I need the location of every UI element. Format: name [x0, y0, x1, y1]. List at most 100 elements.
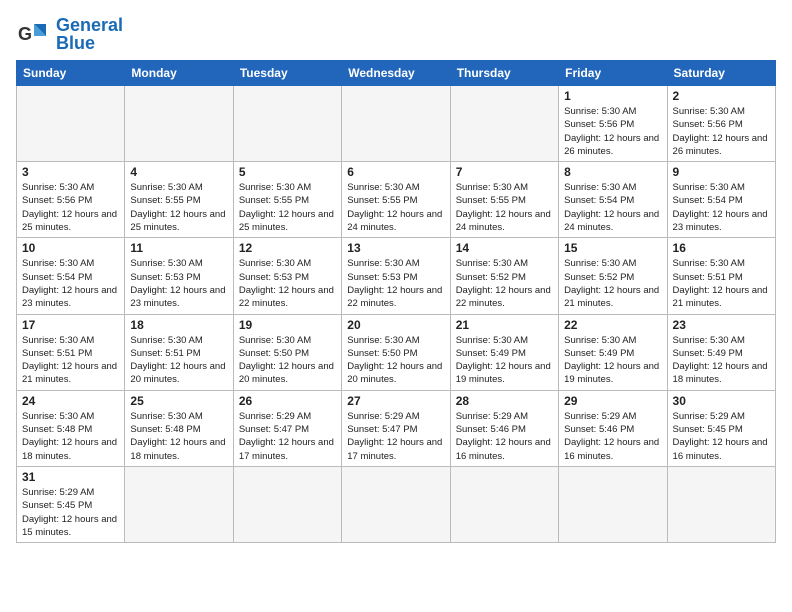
weekday-header-row: SundayMondayTuesdayWednesdayThursdayFrid… [17, 61, 776, 86]
day-info: Sunrise: 5:30 AM Sunset: 5:48 PM Dayligh… [22, 410, 119, 463]
day-info: Sunrise: 5:30 AM Sunset: 5:55 PM Dayligh… [347, 181, 444, 234]
calendar-week-2: 10Sunrise: 5:30 AM Sunset: 5:54 PM Dayli… [17, 238, 776, 314]
svg-text:G: G [18, 24, 32, 44]
calendar-cell [125, 86, 233, 162]
calendar-cell [233, 466, 341, 542]
day-info: Sunrise: 5:29 AM Sunset: 5:47 PM Dayligh… [347, 410, 444, 463]
calendar-cell: 30 Sunrise: 5:29 AM Sunset: 5:45 PM Dayli… [667, 390, 775, 466]
day-number: 17 [22, 318, 119, 332]
calendar-cell: 9 Sunrise: 5:30 AM Sunset: 5:54 PM Daylig… [667, 162, 775, 238]
logo-text: GeneralBlue [56, 16, 123, 52]
calendar-cell: 4Sunrise: 5:30 AM Sunset: 5:55 PM Daylig… [125, 162, 233, 238]
day-info: Sunrise: 5:30 AM Sunset: 5:54 PM Dayligh… [564, 181, 661, 234]
day-info: Sunrise: 5:30 AM Sunset: 5:56 PM Dayligh… [673, 105, 770, 158]
day-info: Sunrise: 5:30 AM Sunset: 5:51 PM Dayligh… [673, 257, 770, 310]
calendar-cell: 17Sunrise: 5:30 AM Sunset: 5:51 PM Dayli… [17, 314, 125, 390]
page-header: G GeneralBlue [16, 16, 776, 52]
day-number: 31 [22, 470, 119, 484]
calendar-cell: 23 Sunrise: 5:30 AM Sunset: 5:49 PM Dayli… [667, 314, 775, 390]
calendar-cell: 26Sunrise: 5:29 AM Sunset: 5:47 PM Dayli… [233, 390, 341, 466]
day-info: Sunrise: 5:29 AM Sunset: 5:47 PM Dayligh… [239, 410, 336, 463]
calendar-cell [342, 86, 450, 162]
calendar-cell: 1Sunrise: 5:30 AM Sunset: 5:56 PM Daylig… [559, 86, 667, 162]
calendar-cell [342, 466, 450, 542]
day-number: 10 [22, 241, 119, 255]
day-number: 22 [564, 318, 661, 332]
calendar-cell: 22 Sunrise: 5:30 AM Sunset: 5:49 PM Dayli… [559, 314, 667, 390]
day-number: 8 [564, 165, 661, 179]
day-number: 7 [456, 165, 553, 179]
day-info: Sunrise: 5:30 AM Sunset: 5:53 PM Dayligh… [347, 257, 444, 310]
day-number: 23 [673, 318, 770, 332]
day-info: Sunrise: 5:30 AM Sunset: 5:51 PM Dayligh… [130, 334, 227, 387]
weekday-header-tuesday: Tuesday [233, 61, 341, 86]
calendar-cell [17, 86, 125, 162]
day-info: Sunrise: 5:30 AM Sunset: 5:53 PM Dayligh… [130, 257, 227, 310]
day-number: 30 [673, 394, 770, 408]
calendar-cell: 27 Sunrise: 5:29 AM Sunset: 5:47 PM Dayli… [342, 390, 450, 466]
day-info: Sunrise: 5:30 AM Sunset: 5:54 PM Dayligh… [673, 181, 770, 234]
calendar-cell: 3 Sunrise: 5:30 AM Sunset: 5:56 PM Daylig… [17, 162, 125, 238]
logo: G GeneralBlue [16, 16, 123, 52]
day-number: 27 [347, 394, 444, 408]
day-info: Sunrise: 5:30 AM Sunset: 5:49 PM Dayligh… [673, 334, 770, 387]
day-info: Sunrise: 5:30 AM Sunset: 5:52 PM Dayligh… [456, 257, 553, 310]
day-info: Sunrise: 5:30 AM Sunset: 5:52 PM Dayligh… [564, 257, 661, 310]
calendar-cell: 15 Sunrise: 5:30 AM Sunset: 5:52 PM Dayli… [559, 238, 667, 314]
day-number: 20 [347, 318, 444, 332]
day-number: 29 [564, 394, 661, 408]
day-number: 5 [239, 165, 336, 179]
calendar: SundayMondayTuesdayWednesdayThursdayFrid… [16, 60, 776, 543]
day-number: 19 [239, 318, 336, 332]
day-info: Sunrise: 5:30 AM Sunset: 5:50 PM Dayligh… [239, 334, 336, 387]
day-number: 9 [673, 165, 770, 179]
day-number: 2 [673, 89, 770, 103]
day-number: 15 [564, 241, 661, 255]
calendar-cell: 10Sunrise: 5:30 AM Sunset: 5:54 PM Dayli… [17, 238, 125, 314]
calendar-cell: 12 Sunrise: 5:30 AM Sunset: 5:53 PM Dayli… [233, 238, 341, 314]
calendar-cell: 16Sunrise: 5:30 AM Sunset: 5:51 PM Dayli… [667, 238, 775, 314]
day-number: 13 [347, 241, 444, 255]
calendar-cell: 13 Sunrise: 5:30 AM Sunset: 5:53 PM Dayli… [342, 238, 450, 314]
day-number: 4 [130, 165, 227, 179]
day-number: 14 [456, 241, 553, 255]
calendar-week-3: 17 Sunrise: 5:30 AM Sunset: 5:51 PM Dayli… [17, 314, 776, 390]
day-info: Sunrise: 5:29 AM Sunset: 5:46 PM Dayligh… [564, 410, 661, 463]
day-number: 18 [130, 318, 227, 332]
calendar-cell [559, 466, 667, 542]
day-number: 6 [347, 165, 444, 179]
day-number: 3 [22, 165, 119, 179]
calendar-cell: 14 Sunrise: 5:30 AM Sunset: 5:52 PM Dayli… [450, 238, 558, 314]
calendar-cell: 2 Sunrise: 5:30 AM Sunset: 5:56 PM Daylig… [667, 86, 775, 162]
calendar-cell [233, 86, 341, 162]
weekday-header-friday: Friday [559, 61, 667, 86]
weekday-header-wednesday: Wednesday [342, 61, 450, 86]
weekday-header-sunday: Sunday [17, 61, 125, 86]
calendar-week-0: 1 Sunrise: 5:30 AM Sunset: 5:56 PM Daylig… [17, 86, 776, 162]
day-info: Sunrise: 5:30 AM Sunset: 5:49 PM Dayligh… [564, 334, 661, 387]
day-info: Sunrise: 5:29 AM Sunset: 5:45 PM Dayligh… [673, 410, 770, 463]
day-number: 28 [456, 394, 553, 408]
calendar-cell: 18 Sunrise: 5:30 AM Sunset: 5:51 PM Dayli… [125, 314, 233, 390]
calendar-week-1: 3 Sunrise: 5:30 AM Sunset: 5:56 PM Daylig… [17, 162, 776, 238]
calendar-cell: 6 Sunrise: 5:30 AM Sunset: 5:55 PM Daylig… [342, 162, 450, 238]
calendar-cell: 8 Sunrise: 5:30 AM Sunset: 5:54 PM Daylig… [559, 162, 667, 238]
calendar-cell: 20Sunrise: 5:30 AM Sunset: 5:50 PM Dayli… [342, 314, 450, 390]
calendar-cell: 5Sunrise: 5:30 AM Sunset: 5:55 PM Daylig… [233, 162, 341, 238]
day-info: Sunrise: 5:30 AM Sunset: 5:56 PM Dayligh… [22, 181, 119, 234]
logo-icon: G [16, 16, 52, 52]
calendar-week-4: 24Sunrise: 5:30 AM Sunset: 5:48 PM Dayli… [17, 390, 776, 466]
calendar-cell: 21Sunrise: 5:30 AM Sunset: 5:49 PM Dayli… [450, 314, 558, 390]
calendar-cell: 28 Sunrise: 5:29 AM Sunset: 5:46 PM Dayli… [450, 390, 558, 466]
day-number: 12 [239, 241, 336, 255]
calendar-cell: 11 Sunrise: 5:30 AM Sunset: 5:53 PM Dayli… [125, 238, 233, 314]
day-number: 25 [130, 394, 227, 408]
day-info: Sunrise: 5:30 AM Sunset: 5:55 PM Dayligh… [456, 181, 553, 234]
day-number: 1 [564, 89, 661, 103]
weekday-header-saturday: Saturday [667, 61, 775, 86]
day-info: Sunrise: 5:30 AM Sunset: 5:53 PM Dayligh… [239, 257, 336, 310]
day-number: 11 [130, 241, 227, 255]
day-info: Sunrise: 5:29 AM Sunset: 5:46 PM Dayligh… [456, 410, 553, 463]
calendar-cell [667, 466, 775, 542]
day-number: 21 [456, 318, 553, 332]
